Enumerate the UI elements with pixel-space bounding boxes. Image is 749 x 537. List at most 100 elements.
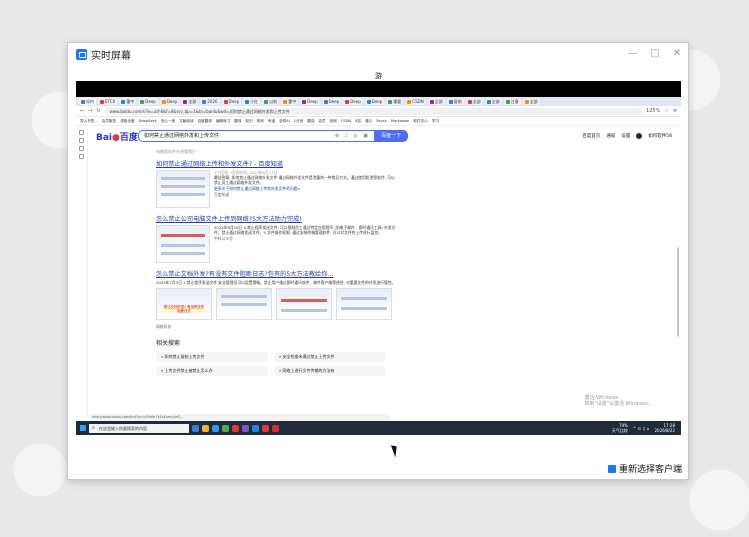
browser-tab[interactable]: 以前 — [262, 98, 280, 105]
browser-tab[interactable]: Deep — [343, 98, 363, 105]
result-source[interactable]: 网络科技 — [156, 324, 396, 330]
settings-link[interactable]: 设置 — [621, 133, 630, 139]
edge-icon[interactable] — [212, 424, 219, 432]
bookmark-item[interactable]: 安心一家 — [161, 119, 175, 124]
related-search-item[interactable]: ⌕ 网络上进行文件传输的方法有 — [274, 366, 386, 377]
downloads-icon[interactable] — [79, 154, 84, 159]
search-button[interactable]: 百度一下 — [374, 130, 408, 142]
reload-icon[interactable]: ↻ — [96, 108, 100, 114]
result-source[interactable]: 中科公众号 — [214, 236, 396, 242]
wps-icon[interactable] — [262, 424, 269, 432]
system-tray[interactable]: 79% 天气比较 ^ ⊡ ♫ ⌂ 17:28 2026/8/22 — [612, 423, 675, 433]
browser-tab[interactable]: 全部 — [181, 98, 199, 105]
bookmark-item[interactable]: CSDN — [341, 119, 351, 123]
bookmark-item[interactable]: B站 — [355, 119, 361, 124]
browser-tab[interactable]: 小红 — [243, 98, 261, 105]
browser-tab[interactable]: 注意 — [503, 98, 521, 105]
history-icon[interactable] — [79, 138, 84, 143]
bookmark-item[interactable]: Markdown — [391, 119, 410, 123]
start-icon[interactable] — [80, 425, 86, 431]
browser-tab[interactable]: 全部 — [484, 98, 502, 105]
task-view-icon[interactable] — [192, 424, 199, 432]
minimize-button[interactable]: — — [622, 43, 644, 65]
bookmark-item[interactable]: 通义 — [365, 119, 372, 124]
bookmark-item[interactable]: 学习 — [432, 119, 439, 124]
app-icon[interactable] — [232, 424, 239, 432]
favorites-icon[interactable] — [79, 130, 84, 135]
bookmark-item[interactable]: 有道 — [268, 119, 275, 124]
reselect-client-button[interactable]: 重新选择客户端 — [607, 462, 682, 475]
user-name[interactable]: 如何软件58 — [648, 133, 672, 139]
avatar[interactable] — [636, 133, 643, 139]
browser-tab[interactable]: 重要 — [386, 98, 404, 105]
app-icon[interactable] — [252, 424, 259, 432]
browser-tab[interactable]: Deep — [321, 98, 342, 105]
browser-tab[interactable]: 重中 — [119, 98, 137, 105]
browser-tab[interactable]: 全部 — [427, 98, 445, 105]
result-more-link[interactable]: 更多关于如何禁止通过网络上传和外发文件的问题> — [214, 186, 396, 191]
bookmark-item[interactable]: DeepSeek — [139, 119, 157, 123]
browser-tab[interactable]: 重中 — [281, 98, 299, 105]
wps-icon[interactable] — [272, 424, 279, 432]
browser-tab[interactable]: Deep — [138, 98, 158, 105]
chrome-icon[interactable] — [222, 424, 229, 432]
bookmark-item[interactable]: 1分钟 — [294, 119, 303, 124]
browser-tab[interactable]: CSDN — [405, 98, 426, 105]
result-title[interactable]: 怎么禁止文档外发?有没有文件阻断日志?包有的5大方法教给你... — [156, 269, 396, 278]
browser-tab[interactable]: 全部 — [522, 98, 540, 105]
remote-screen[interactable]: 游 如何 ETCX 重中 Deep Deep 全部 2026 Deep 小红 以前 重中 Deep De… — [76, 71, 681, 458]
bookmark-item[interactable]: 会员服务 — [102, 119, 116, 124]
app-icon[interactable] — [242, 424, 249, 432]
maximize-button[interactable]: □ — [644, 43, 666, 65]
bookmark-item[interactable]: 文献阅读 — [179, 119, 193, 124]
search-tool-icons[interactable]: ⊗ ♪ ◎ ▣ — [335, 131, 370, 141]
bookmark-item[interactable]: 官网 — [330, 119, 337, 124]
bookmark-item[interactable]: 导入书签... — [80, 119, 98, 124]
result-thumbnail[interactable] — [156, 225, 210, 263]
browser-tab[interactable]: Deep — [221, 98, 242, 105]
result-thumbnail[interactable] — [156, 170, 210, 208]
bookmark-item[interactable]: 百度翻译 — [198, 119, 212, 124]
result-source[interactable]: 百度知道 — [214, 192, 396, 198]
bookmark-item[interactable]: 软件中心 — [413, 119, 427, 124]
result-title[interactable]: 如何禁止通过网络上传和外发文件? - 百度知道 — [156, 159, 396, 168]
browser-tab[interactable]: 全部 — [465, 98, 483, 105]
bookmark-item[interactable]: 翻译 — [307, 119, 314, 124]
browser-tab[interactable]: 2026 — [200, 98, 220, 105]
zoom-level[interactable]: 125% — [646, 108, 660, 114]
bookmark-item[interactable]: 全球AI — [279, 119, 290, 124]
bookmark-item[interactable]: 翻译 — [234, 119, 241, 124]
url-field[interactable]: www.baidu.com/s?ie=utf-8&f=8&rsv_bp=1&tn… — [104, 107, 643, 115]
bookmark-item[interactable]: Bryan — [376, 119, 387, 123]
search-input[interactable]: 如何禁止通过网络外发和上传文件 ⊗ ♪ ◎ ▣ — [138, 130, 374, 142]
bookmark-item[interactable]: 编程练习 — [216, 119, 230, 124]
related-search-item[interactable]: ⌕ 安全检查未通过禁止上传文件 — [274, 352, 386, 363]
page-scrollbar[interactable] — [677, 247, 679, 337]
browser-tab[interactable]: 如何 — [79, 98, 96, 105]
star-icon[interactable]: ☆ — [664, 108, 668, 114]
menu-icon[interactable]: ≡ — [673, 108, 677, 114]
taskbar-search[interactable]: 在这里输入你要搜索的内容 — [89, 423, 189, 433]
result-title[interactable]: 怎么禁止公司电脑文件上传到网络?5大方法助力完成! — [156, 214, 396, 223]
close-button[interactable]: ✕ — [666, 43, 688, 65]
result-thumbnail[interactable] — [336, 288, 392, 321]
related-search-item[interactable]: ⌕ 如何禁止复制上传文件 — [156, 352, 268, 363]
bookmark-item[interactable]: 领取全套 — [120, 119, 134, 124]
baidu-logo[interactable]: Bai●百度 — [96, 130, 138, 143]
related-search-item[interactable]: ⌕ 上传文件禁止被禁止怎么办 — [156, 366, 268, 377]
collections-icon[interactable] — [79, 146, 84, 151]
bookmark-item[interactable]: 会员 — [318, 119, 325, 124]
bookmark-item[interactable]: 知网 — [257, 119, 264, 124]
file-explorer-icon[interactable] — [202, 424, 209, 432]
browser-tab[interactable]: 复制 — [446, 98, 464, 105]
browser-tab[interactable]: Deep — [159, 98, 180, 105]
home-link[interactable]: 百度首页 — [582, 133, 600, 139]
result-thumbnail[interactable]: 禁止文档外发? 有没有文件阻断日志 — [156, 288, 212, 321]
notice-link[interactable]: 通知 — [606, 133, 615, 139]
tray-icons[interactable]: ^ ⊡ ♫ ⌂ — [633, 426, 650, 431]
forward-icon[interactable]: → — [88, 108, 92, 114]
browser-tab[interactable]: Deep — [300, 98, 320, 105]
browser-tab[interactable]: ETCX — [98, 98, 118, 105]
browser-tab[interactable]: Deep — [364, 98, 385, 105]
result-thumbnail[interactable] — [276, 288, 332, 321]
